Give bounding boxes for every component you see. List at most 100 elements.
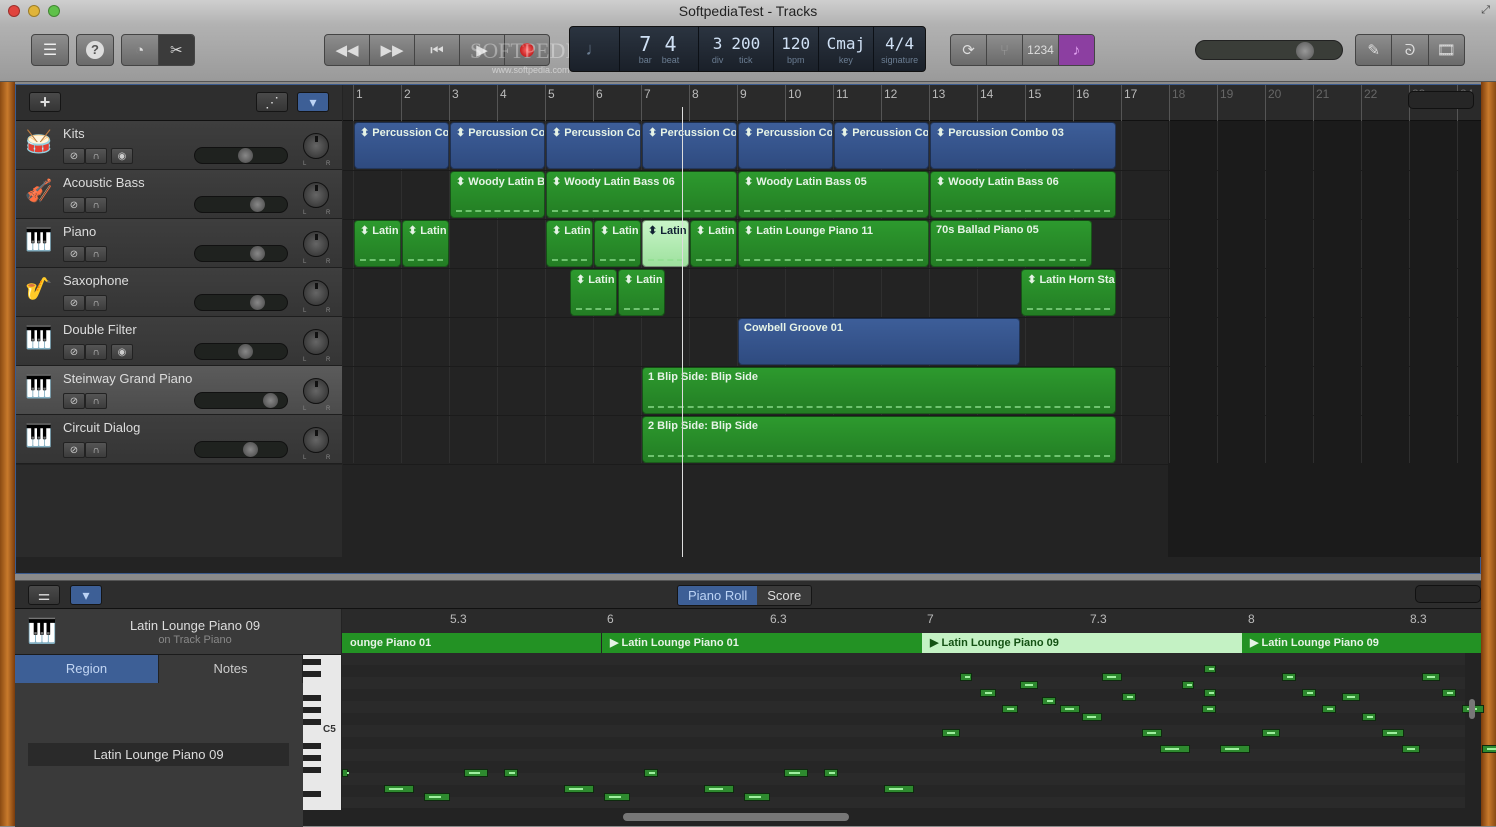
- midi-note[interactable]: [824, 769, 838, 777]
- region[interactable]: ⬍ Woody Latin Bass 06: [930, 171, 1117, 218]
- pan-knob[interactable]: [303, 329, 329, 355]
- cycle-button[interactable]: ⟳: [951, 35, 987, 65]
- master-volume-slider[interactable]: [1195, 40, 1343, 60]
- midi-note[interactable]: [604, 793, 630, 801]
- region[interactable]: ⬍ Percussion Cor: [642, 122, 737, 169]
- midi-note[interactable]: [342, 769, 349, 777]
- midi-note[interactable]: [1302, 689, 1316, 697]
- region[interactable]: Cowbell Groove 01: [738, 318, 1021, 365]
- region[interactable]: ⬍ Percussion Combo 03: [930, 122, 1117, 169]
- midi-note[interactable]: [1182, 681, 1194, 689]
- region[interactable]: ⬍ Percussion Cor: [354, 122, 449, 169]
- midi-note[interactable]: [784, 769, 808, 777]
- lcd-key[interactable]: Cmaj key: [819, 27, 875, 71]
- tab-region[interactable]: Region: [15, 655, 159, 683]
- midi-note[interactable]: [1482, 745, 1496, 753]
- solo-button[interactable]: ∩: [85, 344, 107, 360]
- vertical-scrollbar[interactable]: [1469, 699, 1475, 719]
- midi-note[interactable]: [504, 769, 518, 777]
- mute-button[interactable]: ⊘: [63, 393, 85, 409]
- mute-button[interactable]: ⊘: [63, 442, 85, 458]
- black-key[interactable]: [303, 707, 321, 713]
- mute-button[interactable]: ⊘: [63, 295, 85, 311]
- midi-note[interactable]: [1442, 689, 1456, 697]
- track-header[interactable]: 🎹 Circuit Dialog ⊘ ∩ LR: [16, 415, 342, 464]
- midi-note[interactable]: [424, 793, 450, 801]
- midi-note[interactable]: [960, 673, 972, 681]
- volume-knob[interactable]: [237, 344, 253, 359]
- solo-button[interactable]: ∩: [85, 246, 107, 262]
- solo-button[interactable]: ∩: [85, 295, 107, 311]
- midi-note[interactable]: [1002, 705, 1018, 713]
- count-in-button[interactable]: 1234: [1023, 35, 1059, 65]
- inspector-button[interactable]: ⚌: [28, 585, 60, 605]
- midi-note[interactable]: [1060, 705, 1080, 713]
- region[interactable]: ⬍ Percussion Cor: [834, 122, 929, 169]
- mute-button[interactable]: ⊘: [63, 148, 85, 164]
- region[interactable]: ⬍ Percussion Cor: [738, 122, 833, 169]
- volume-slider[interactable]: [194, 294, 288, 311]
- black-key[interactable]: [303, 743, 321, 749]
- region[interactable]: ⬍ Woody Latin Bass 06: [546, 171, 737, 218]
- volume-slider[interactable]: [194, 343, 288, 360]
- fast-forward-button[interactable]: ▶▶: [370, 35, 415, 65]
- add-track-button[interactable]: +: [29, 92, 61, 112]
- volume-slider[interactable]: [194, 441, 288, 458]
- lcd-display[interactable]: ♩ 7 bar 4 beat 3 div 200 tick 120 bpm Cmaj key…: [569, 26, 926, 72]
- midi-note[interactable]: [1342, 693, 1360, 701]
- midi-note[interactable]: [1220, 745, 1250, 753]
- region[interactable]: ⬍ Woody Latin Bass 05: [738, 171, 929, 218]
- region[interactable]: 2 Blip Side: Blip Side: [642, 416, 1117, 463]
- volume-knob[interactable]: [237, 148, 253, 163]
- region[interactable]: 70s Ballad Piano 05: [930, 220, 1093, 267]
- midi-note[interactable]: [1422, 673, 1440, 681]
- notepad-button[interactable]: ✎: [1356, 35, 1393, 65]
- midi-note[interactable]: [704, 785, 734, 793]
- midi-note[interactable]: [464, 769, 488, 777]
- midi-note[interactable]: [1282, 673, 1296, 681]
- midi-note[interactable]: [1122, 693, 1136, 701]
- solo-button[interactable]: ∩: [85, 197, 107, 213]
- lcd-tempo[interactable]: 120 bpm: [774, 27, 819, 71]
- input-monitor-button[interactable]: ◉: [111, 148, 133, 164]
- pan-knob[interactable]: [303, 133, 329, 159]
- track-header[interactable]: 🎷 Saxophone ⊘ ∩ LR: [16, 268, 342, 317]
- editor-zoom-slider[interactable]: [1415, 585, 1481, 603]
- black-key[interactable]: [303, 671, 321, 677]
- midi-note[interactable]: [1042, 697, 1056, 705]
- editor-region[interactable]: ounge Piano 01: [342, 633, 601, 653]
- solo-button[interactable]: ∩: [85, 148, 107, 164]
- black-key[interactable]: [303, 719, 321, 725]
- midi-note[interactable]: [1102, 673, 1122, 681]
- black-key[interactable]: [303, 695, 321, 701]
- midi-note[interactable]: [1082, 713, 1102, 721]
- region[interactable]: ⬍ Latin I: [690, 220, 737, 267]
- midi-note[interactable]: [1142, 729, 1162, 737]
- region[interactable]: ⬍ Latin I: [570, 269, 617, 316]
- pan-knob[interactable]: [303, 427, 329, 453]
- metronome-button[interactable]: ♪: [1059, 35, 1094, 65]
- midi-note[interactable]: [1202, 705, 1216, 713]
- track-header[interactable]: 🎹 Steinway Grand Piano ⊘ ∩ LR: [16, 366, 342, 415]
- midi-note[interactable]: [744, 793, 770, 801]
- tab-notes[interactable]: Notes: [159, 655, 303, 683]
- input-monitor-button[interactable]: ◉: [111, 344, 133, 360]
- volume-slider[interactable]: [194, 147, 288, 164]
- go-to-beginning-button[interactable]: ⏮: [415, 35, 460, 65]
- volume-knob[interactable]: [243, 442, 259, 457]
- midi-note[interactable]: [1204, 689, 1216, 697]
- midi-note[interactable]: [1262, 729, 1280, 737]
- region[interactable]: ⬍ Percussion Cor: [546, 122, 641, 169]
- midi-note[interactable]: [1322, 705, 1336, 713]
- region[interactable]: ⬍ Latin I: [618, 269, 665, 316]
- help-button[interactable]: ?: [76, 34, 114, 66]
- smart-controls-button[interactable]: ◔: [122, 35, 159, 65]
- region[interactable]: ⬍ Latin Lounge Piano 11: [738, 220, 929, 267]
- solo-button[interactable]: ∩: [85, 393, 107, 409]
- black-key[interactable]: [303, 755, 321, 761]
- volume-knob[interactable]: [249, 197, 265, 212]
- mute-button[interactable]: ⊘: [63, 246, 85, 262]
- midi-note[interactable]: [1382, 729, 1404, 737]
- editor-region[interactable]: ▶ Latin Lounge Piano 01: [602, 633, 922, 653]
- timeline-ruler[interactable]: 123456789101112131415161718192021222324: [343, 85, 1481, 121]
